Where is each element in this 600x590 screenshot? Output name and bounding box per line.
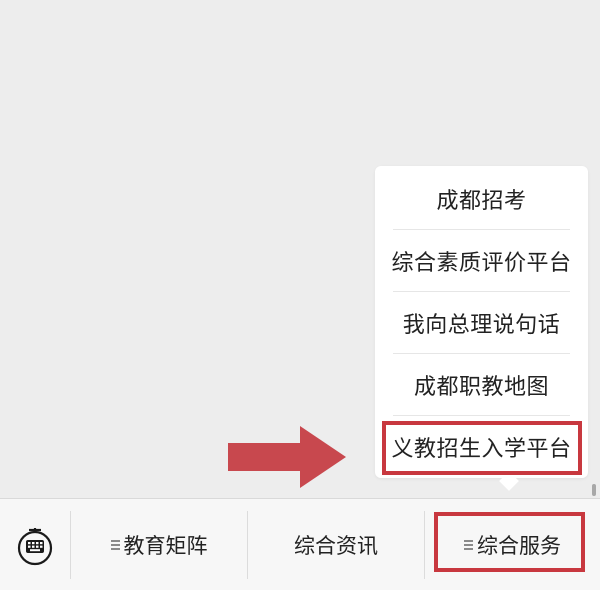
menu-item-vocational-map[interactable]: 成都职教地图	[393, 354, 570, 416]
menu-item-label: 综合素质评价平台	[391, 251, 572, 276]
menu-lines-icon	[110, 539, 120, 550]
tab-education-matrix[interactable]: 教育矩阵	[71, 499, 247, 590]
menu-item-label: 成都职教地图	[413, 375, 549, 400]
keyboard-icon	[17, 527, 53, 565]
menu-item-chengdu-zhaokao[interactable]: 成都招考	[393, 168, 570, 230]
tab-label: 教育矩阵	[123, 533, 208, 558]
tab-label: 综合资讯	[294, 533, 378, 558]
scrollbar-thumb[interactable]	[592, 484, 596, 496]
highlight-box-services	[434, 512, 585, 572]
menu-bar: 教育矩阵 综合资讯 综合服务	[0, 498, 600, 590]
pointer-arrow-icon	[228, 426, 346, 488]
highlight-box-enrollment	[382, 421, 582, 475]
menu-item-label: 我向总理说句话	[402, 313, 561, 338]
menu-item-comprehensive-evaluation[interactable]: 综合素质评价平台	[391, 230, 572, 292]
keyboard-toggle-button[interactable]	[0, 499, 70, 590]
menu-item-message-premier[interactable]: 我向总理说句话	[393, 292, 570, 354]
tab-comprehensive-news[interactable]: 综合资讯	[248, 499, 424, 590]
menu-item-label: 成都招考	[436, 189, 527, 214]
